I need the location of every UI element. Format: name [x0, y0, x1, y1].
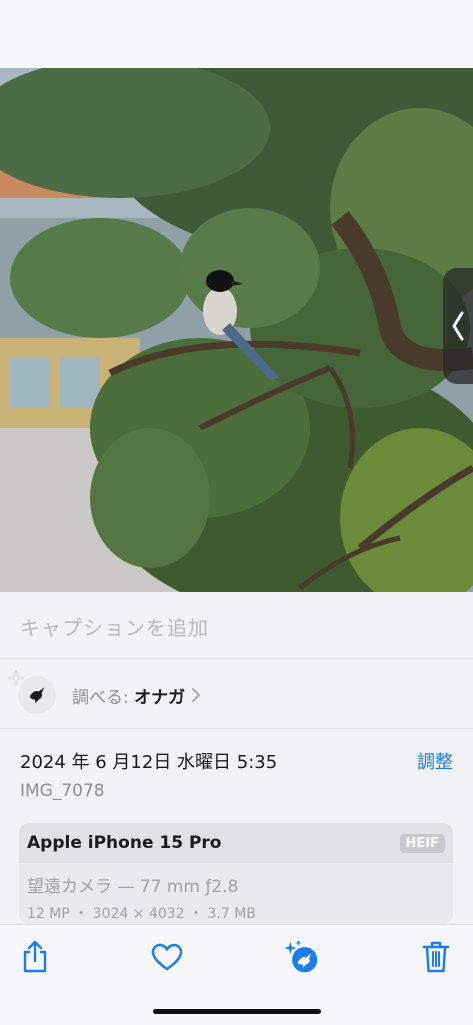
- visual-lookup-button[interactable]: [284, 939, 320, 975]
- device-name: Apple iPhone 15 Pro: [27, 833, 222, 853]
- lookup-label: 調べる: オナガ: [72, 687, 186, 708]
- capture-date: 2024 年 6 月12日 水曜日 5:35: [20, 752, 278, 773]
- trash-icon: [422, 941, 450, 973]
- sparkle-icon: [8, 670, 24, 686]
- photo-image: [0, 68, 473, 592]
- chevron-right-icon: [192, 688, 201, 702]
- visual-lookup-icon: [284, 939, 318, 973]
- camera-info-card: Apple iPhone 15 Pro HEIF 望遠カメラ — 77 mm ƒ…: [19, 823, 453, 924]
- photo-view[interactable]: [0, 68, 473, 592]
- chevron-left-icon: [452, 311, 464, 341]
- divider: [0, 658, 473, 659]
- top-bar: [0, 0, 473, 68]
- share-icon: [23, 940, 47, 973]
- favorite-button[interactable]: [149, 939, 185, 975]
- image-specs: 12 MP ・ 3024 × 4032 ・ 3.7 MB: [27, 906, 256, 922]
- file-name: IMG_7078: [20, 781, 105, 801]
- heart-icon: [151, 943, 183, 971]
- bird-badge: [8, 670, 56, 714]
- adjust-button[interactable]: 調整: [417, 748, 453, 774]
- lens-info: 望遠カメラ — 77 mm ƒ2.8: [27, 877, 239, 897]
- visual-lookup-row[interactable]: 調べる: オナガ: [8, 670, 201, 716]
- home-indicator[interactable]: [153, 1009, 321, 1014]
- format-badge: HEIF: [399, 833, 445, 853]
- share-button[interactable]: [17, 939, 53, 975]
- delete-button[interactable]: [418, 939, 454, 975]
- side-panel-handle[interactable]: [443, 268, 473, 384]
- divider: [0, 728, 473, 729]
- caption-field[interactable]: キャプションを追加: [20, 612, 209, 641]
- bird-icon: [29, 687, 45, 704]
- camera-card-header: Apple iPhone 15 Pro HEIF: [19, 823, 453, 863]
